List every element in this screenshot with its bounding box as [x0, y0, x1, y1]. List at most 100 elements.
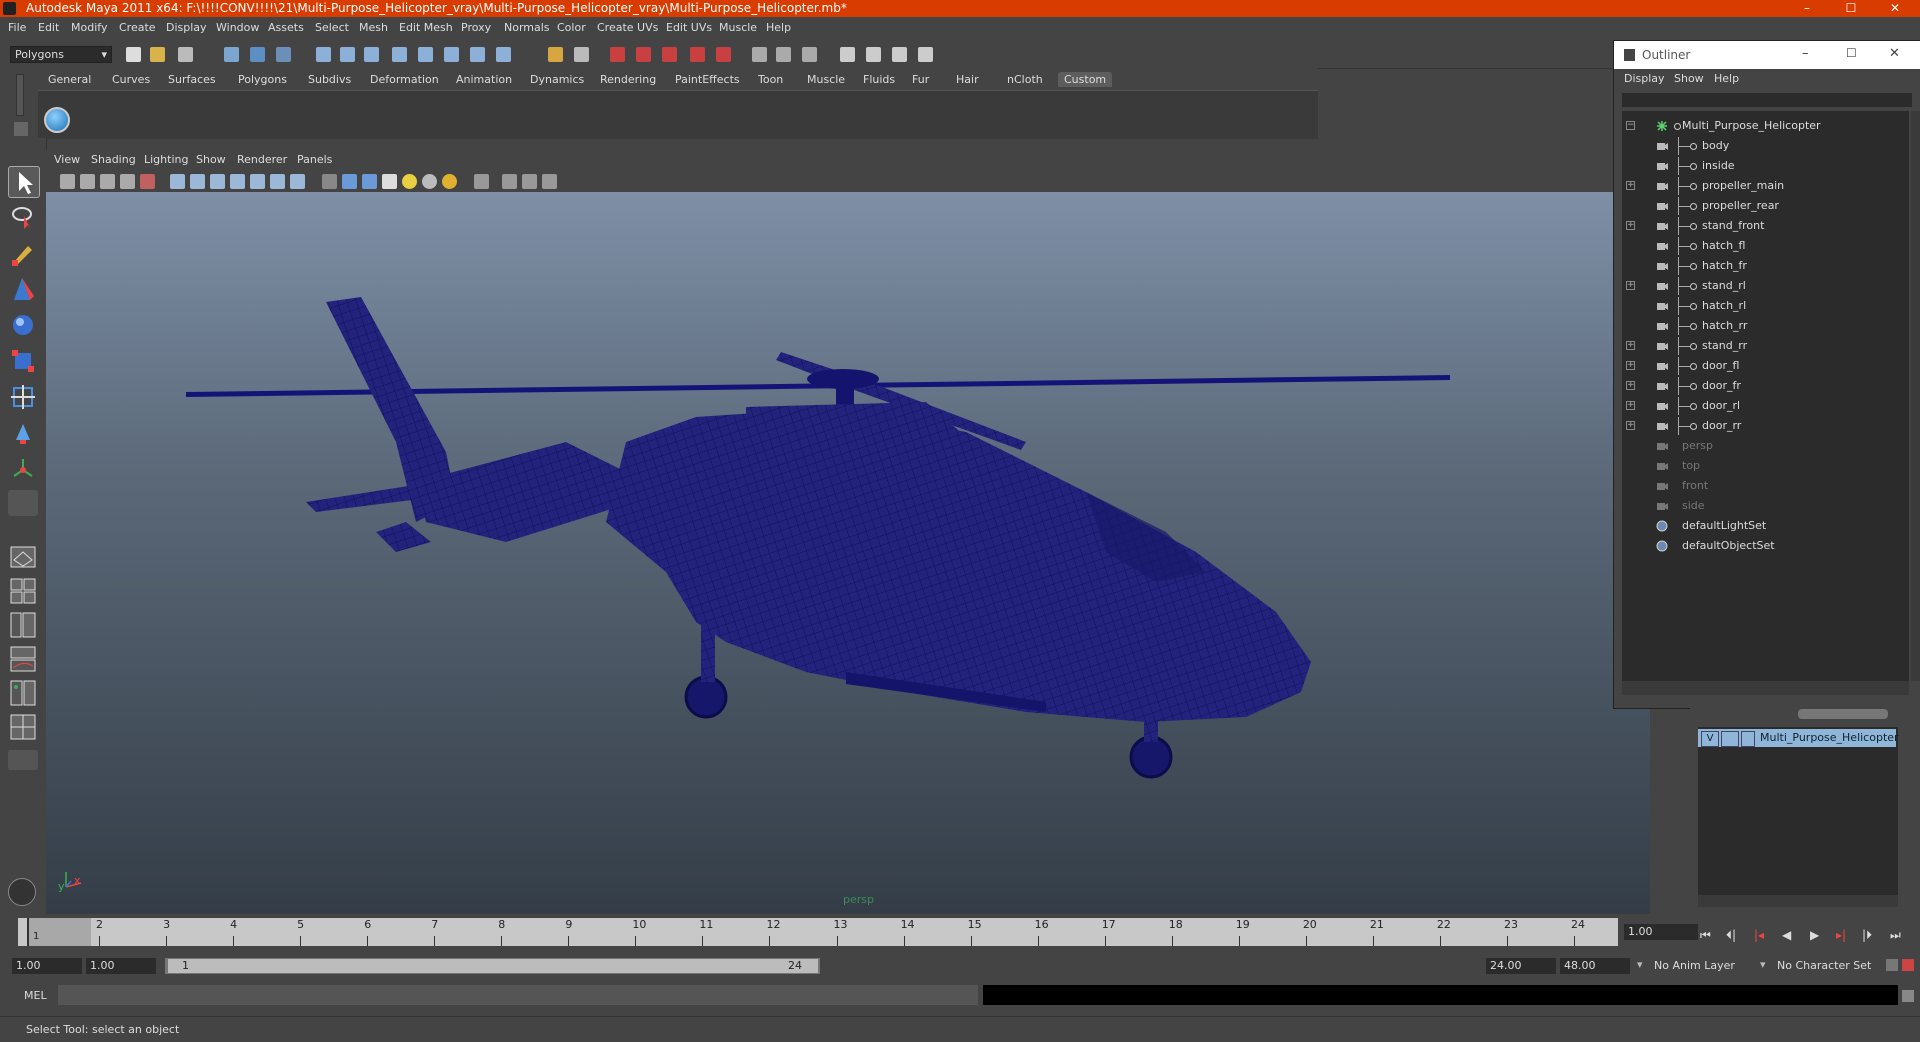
auto-key-icon[interactable] [1886, 959, 1898, 971]
menu-muscle[interactable]: Muscle [719, 21, 757, 34]
outliner-filter-field[interactable] [1622, 93, 1912, 107]
expand-icon[interactable]: + [1626, 421, 1635, 430]
smooth-shading-icon[interactable] [190, 174, 205, 189]
menu-create-uvs[interactable]: Create UVs [597, 21, 658, 34]
menu-proxy[interactable]: Proxy [461, 21, 491, 34]
isolate-select-icon[interactable] [270, 174, 285, 189]
start-time-field[interactable]: 1.00 [12, 958, 82, 974]
play-forwards-icon[interactable]: ▶ [1810, 928, 1819, 942]
outliner-item[interactable]: + door_rl [1622, 397, 1909, 415]
menu-edit[interactable]: Edit [38, 21, 59, 34]
maximize-button[interactable]: ☐ [1836, 0, 1866, 17]
tab-subdivs[interactable]: Subdivs [302, 72, 357, 87]
outliner-item[interactable]: + stand_rl [1622, 277, 1909, 295]
universal-manipulator-icon[interactable] [8, 382, 38, 412]
playback-start-field[interactable]: 1.00 [86, 958, 156, 974]
tab-custom[interactable]: Custom [1058, 72, 1113, 87]
textured-cube-icon[interactable] [362, 174, 377, 189]
expand-icon[interactable]: + [1626, 341, 1635, 350]
layout-outliner-icon[interactable] [8, 610, 38, 640]
outliner-minimize-button[interactable]: – [1802, 46, 1809, 61]
tab-muscle[interactable]: Muscle [801, 72, 851, 87]
show-manipulator-icon[interactable] [8, 454, 38, 484]
outliner-item[interactable]: top [1622, 457, 1909, 475]
layer-scrollbar[interactable] [1698, 895, 1898, 907]
command-language-label[interactable]: MEL [24, 989, 47, 1002]
snap-grid-icon[interactable] [610, 47, 625, 62]
light-selected-icon[interactable] [442, 174, 457, 189]
outliner-maximize-button[interactable]: ☐ [1846, 46, 1857, 60]
history-icon[interactable] [752, 47, 767, 62]
expand-icon[interactable]: + [1626, 381, 1635, 390]
paint-select-icon[interactable] [8, 238, 38, 268]
render-view-icon[interactable] [840, 47, 855, 62]
tab-rendering[interactable]: Rendering [594, 72, 662, 87]
outliner-item[interactable]: propeller_rear [1622, 197, 1909, 215]
shaded-cube-icon[interactable] [322, 174, 337, 189]
expand-icon[interactable]: + [1626, 361, 1635, 370]
viewport-menu-renderer[interactable]: Renderer [237, 153, 287, 166]
save-scene-icon[interactable] [178, 47, 193, 62]
more-layouts-icon[interactable] [8, 750, 38, 770]
render-frame-icon[interactable] [866, 47, 881, 62]
wireframe-shading-icon[interactable] [170, 174, 185, 189]
viewport-menu-shading[interactable]: Shading [91, 153, 136, 166]
menu-display[interactable]: Display [166, 21, 207, 34]
outliner-item[interactable]: − Multi_Purpose_Helicopter [1622, 117, 1909, 135]
xray-icon[interactable] [290, 174, 305, 189]
outliner-menu-help[interactable]: Help [1714, 72, 1739, 85]
pick-joints-icon[interactable] [340, 47, 355, 62]
step-forward-key-icon[interactable]: ▸| [1836, 928, 1846, 942]
outliner-item[interactable]: hatch_fl [1622, 237, 1909, 255]
mel-script-editor-icon[interactable] [8, 878, 36, 906]
smooth-cube-icon[interactable] [342, 174, 357, 189]
outliner-item[interactable]: + door_rr [1622, 417, 1909, 435]
outliner-item[interactable]: defaultLightSet [1622, 517, 1909, 535]
outliner-item[interactable]: + door_fr [1622, 377, 1909, 395]
outliner-item[interactable]: front [1622, 477, 1909, 495]
isolate-icon[interactable] [474, 174, 489, 189]
snap-point-icon[interactable] [662, 47, 677, 62]
end-time-field[interactable]: 48.00 [1560, 958, 1630, 974]
snap-curve-icon[interactable] [636, 47, 651, 62]
outliner-item[interactable]: defaultObjectSet [1622, 537, 1909, 555]
outliner-item[interactable]: hatch_fr [1622, 257, 1909, 275]
tab-ncloth[interactable]: nCloth [1001, 72, 1049, 87]
menu-modify[interactable]: Modify [71, 21, 107, 34]
frame-all-icon[interactable] [522, 174, 537, 189]
layer-tool-icons[interactable] [1798, 709, 1888, 719]
layout-render-icon[interactable] [8, 712, 38, 742]
checkmark-icon[interactable] [44, 107, 70, 133]
select-component-icon[interactable] [276, 47, 291, 62]
tab-curves[interactable]: Curves [106, 72, 156, 87]
scale-tool-icon[interactable] [8, 346, 38, 376]
outliner-item[interactable]: hatch_rr [1622, 317, 1909, 335]
layer-color-swatch[interactable] [1741, 731, 1755, 747]
menu-create[interactable]: Create [119, 21, 156, 34]
go-to-end-icon[interactable]: ⏭ [1890, 928, 1901, 943]
open-scene-icon[interactable] [150, 47, 165, 62]
tab-surfaces[interactable]: Surfaces [162, 72, 222, 87]
new-scene-icon[interactable] [126, 47, 141, 62]
expand-icon[interactable]: + [1626, 221, 1635, 230]
preferences-icon[interactable] [1902, 959, 1914, 971]
viewport-menu-lighting[interactable]: Lighting [144, 153, 188, 166]
step-back-key-icon[interactable]: |◂ [1754, 928, 1764, 942]
grease-pencil-icon[interactable] [120, 174, 135, 189]
outliner-item[interactable]: + stand_rr [1622, 337, 1909, 355]
resolution-gate-icon[interactable] [140, 174, 155, 189]
menu-select[interactable]: Select [315, 21, 349, 34]
light-default-icon[interactable] [422, 174, 437, 189]
character-set-selector[interactable]: No Character Set [1773, 958, 1883, 974]
select-hierarchy-icon[interactable] [224, 47, 239, 62]
mode-selector[interactable]: Polygons ▾ [10, 46, 112, 63]
tab-general[interactable]: General [42, 72, 97, 87]
tab-dynamics[interactable]: Dynamics [524, 72, 590, 87]
tab-fluids[interactable]: Fluids [857, 72, 901, 87]
menu-color[interactable]: Color [557, 21, 586, 34]
step-back-frame-icon[interactable]: ⏴| [1726, 928, 1736, 943]
go-to-start-icon[interactable]: ⏮ [1700, 928, 1711, 943]
play-backwards-icon[interactable]: ◀ [1782, 928, 1791, 942]
pick-surfaces-icon[interactable] [392, 47, 407, 62]
current-frame-field[interactable]: 1.00 [1624, 924, 1698, 940]
